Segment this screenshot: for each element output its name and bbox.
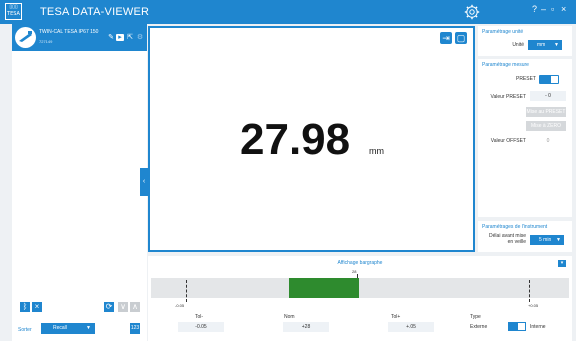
tol-minus-input[interactable]: -0.05 [178,322,224,332]
sort-label: Sorter [18,327,32,333]
export-icon[interactable]: ⇱ [126,34,134,41]
offset-value-label: Valeur OFFSET [490,138,526,144]
sort-selected: Recall [53,325,67,331]
internal-label: Interne [530,324,546,330]
collapse-bargraph-button[interactable]: ▾ [558,260,566,267]
chevron-down-icon: ▼ [86,325,91,331]
bargraph-panel: Affichage bargraphe ▾ 28 -0.05 +0.05 Tol… [148,256,572,341]
type-label: Type [470,314,481,320]
bargraph-title: Affichage bargraphe [337,260,383,266]
settings-icon[interactable]: ⚙ [136,34,144,41]
instrument-settings-section: Paramétrages de l'instrument Délai avant… [478,221,572,252]
unit-select[interactable]: mm ▼ [528,40,562,50]
sleep-delay-selected: 5 min [539,237,552,243]
move-up-button[interactable]: ∧ [130,302,140,312]
instrument-item[interactable]: TWIN-CAL TESA IP67 150 727149 ✎ ▸ ⇱ ⚙ [12,24,147,51]
maximize-icon[interactable]: ▫ [551,4,554,14]
tol-plus-label: Tol+ [391,314,401,320]
measurement-display: ⇥ ▢ 27.98 mm [148,26,475,252]
help-icon[interactable]: ? [532,4,537,14]
caliper-icon [15,27,36,48]
instrument-list-panel: TWIN-CAL TESA IP67 150 727149 ✎ ▸ ⇱ ⚙ ᛒ … [12,24,147,341]
sleep-delay-select[interactable]: 5 min ▼ [530,235,564,245]
unit-label: Unité [512,42,524,48]
move-down-button[interactable]: ∨ [118,302,128,312]
close-icon[interactable]: × [561,4,566,14]
bargraph-track [151,278,569,298]
refresh-button[interactable]: ⟳ [104,302,114,312]
chevron-down-icon: ▼ [554,42,559,48]
edit-icon[interactable]: ✎ [107,34,115,41]
nominal-input[interactable]: +28 [283,322,329,332]
measured-unit: mm [369,146,384,156]
upper-tolerance-tick: +0.05 [528,303,539,308]
instrument-name: TWIN-CAL TESA IP67 150 [39,29,99,35]
preset-toggle[interactable] [539,75,559,84]
sort-order-button[interactable]: 123 [130,323,140,334]
tesa-logo: ▯▯▯ TESA [5,3,22,20]
nominal-label: Nom [284,314,295,320]
upper-tolerance-line [529,280,530,302]
measure-section-title: Paramétrage mesure [482,62,529,68]
preset-label: PRESET [515,76,536,82]
instrument-serial: 727149 [39,39,53,44]
type-toggle[interactable] [508,322,526,331]
bluetooth-button[interactable]: ᛒ [20,302,30,312]
lower-tolerance-line [186,280,187,302]
sort-select[interactable]: Recall ▼ [41,323,95,334]
app-title: TESA DATA-VIEWER [40,6,150,18]
preset-value-input[interactable]: - 0 [530,91,566,101]
tol-plus-input[interactable]: +.05 [388,322,434,332]
lower-tolerance-tick: -0.05 [175,303,185,308]
set-zero-button[interactable]: Mise à ZERO [526,121,566,131]
offset-value[interactable]: 0 [530,138,566,144]
minimize-icon[interactable]: – [541,4,546,14]
unit-settings-section: Paramétrage unité Unité mm ▼ [478,26,572,56]
gear-icon[interactable] [464,4,480,20]
measure-settings-section: Paramétrage mesure PRESET Valeur PRESET … [478,59,572,217]
preset-value-label: Valeur PRESET [490,94,526,100]
unit-section-title: Paramétrage unité [482,29,524,35]
bargraph-fill [288,278,360,298]
measured-value: 27.98 [240,115,351,164]
send-icon[interactable]: ⇥ [440,32,452,44]
fullscreen-icon[interactable]: ▢ [455,32,467,44]
nominal-tick-label: 28 [352,269,357,274]
external-label: Externe [470,324,488,330]
collapse-panel-button[interactable]: ‹ [140,168,148,196]
transfer-icon[interactable]: ▸ [116,34,124,41]
title-bar: ▯▯▯ TESA TESA DATA-VIEWER ? – ▫ × [0,0,576,24]
chevron-down-icon: ▼ [556,237,561,243]
tol-minus-label: Tol- [195,314,204,320]
sleep-delay-label-2: en veille [507,239,526,245]
remove-button[interactable]: × [32,302,42,312]
instrument-section-title: Paramétrages de l'instrument [482,224,548,230]
set-preset-button[interactable]: Mise au PRESET [526,107,566,117]
unit-selected: mm [537,42,546,48]
